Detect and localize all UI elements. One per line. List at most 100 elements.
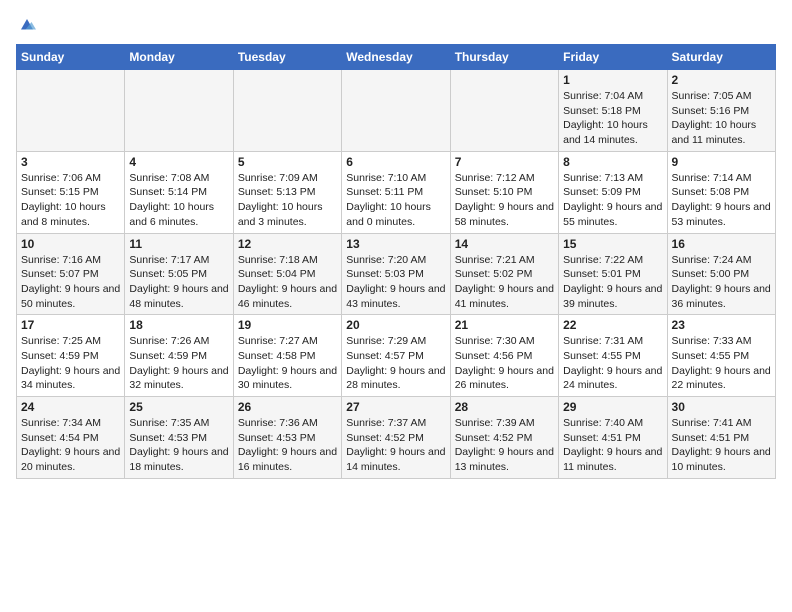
- day-of-week-header: Saturday: [667, 45, 775, 70]
- day-number: 12: [238, 237, 337, 251]
- calendar-day-cell: [17, 70, 125, 152]
- day-number: 7: [455, 155, 554, 169]
- calendar-day-cell: [125, 70, 233, 152]
- day-number: 4: [129, 155, 228, 169]
- calendar-day-cell: 23 Sunrise: 7:33 AM Sunset: 4:55 PM Dayli…: [667, 315, 775, 397]
- day-info: Sunrise: 7:10 AM Sunset: 5:11 PM Dayligh…: [346, 171, 445, 230]
- day-number: 16: [672, 237, 771, 251]
- day-info: Sunrise: 7:26 AM Sunset: 4:59 PM Dayligh…: [129, 334, 228, 393]
- calendar-day-cell: 17Sunrise: 7:25 AM Sunset: 4:59 PM Dayli…: [17, 315, 125, 397]
- day-info: Sunrise: 7:30 AM Sunset: 4:56 PM Dayligh…: [455, 334, 554, 393]
- day-info: Sunrise: 7:29 AM Sunset: 4:57 PM Dayligh…: [346, 334, 445, 393]
- day-number: 13: [346, 237, 445, 251]
- day-info: Sunrise: 7:18 AM Sunset: 5:04 PM Dayligh…: [238, 253, 337, 312]
- day-of-week-header: Friday: [559, 45, 667, 70]
- calendar-day-cell: 20 Sunrise: 7:29 AM Sunset: 4:57 PM Dayli…: [342, 315, 450, 397]
- calendar-day-cell: 22 Sunrise: 7:31 AM Sunset: 4:55 PM Dayli…: [559, 315, 667, 397]
- day-of-week-header: Monday: [125, 45, 233, 70]
- day-number: 11: [129, 237, 228, 251]
- day-info: Sunrise: 7:16 AM Sunset: 5:07 PM Dayligh…: [21, 253, 120, 312]
- logo: [16, 16, 36, 34]
- day-number: 27: [346, 400, 445, 414]
- logo-icon: [18, 16, 36, 34]
- calendar-day-cell: 1 Sunrise: 7:04 AM Sunset: 5:18 PM Daylig…: [559, 70, 667, 152]
- calendar-day-cell: 16 Sunrise: 7:24 AM Sunset: 5:00 PM Dayli…: [667, 233, 775, 315]
- day-of-week-header: Tuesday: [233, 45, 341, 70]
- day-info: Sunrise: 7:33 AM Sunset: 4:55 PM Dayligh…: [672, 334, 771, 393]
- day-number: 28: [455, 400, 554, 414]
- day-number: 21: [455, 318, 554, 332]
- calendar-week-row: 24 Sunrise: 7:34 AM Sunset: 4:54 PM Dayli…: [17, 397, 776, 479]
- calendar-day-cell: 14 Sunrise: 7:21 AM Sunset: 5:02 PM Dayli…: [450, 233, 558, 315]
- day-number: 26: [238, 400, 337, 414]
- calendar-day-cell: 5Sunrise: 7:09 AM Sunset: 5:13 PM Daylig…: [233, 151, 341, 233]
- day-info: Sunrise: 7:13 AM Sunset: 5:09 PM Dayligh…: [563, 171, 662, 230]
- calendar-day-cell: 24 Sunrise: 7:34 AM Sunset: 4:54 PM Dayli…: [17, 397, 125, 479]
- calendar-day-cell: 13 Sunrise: 7:20 AM Sunset: 5:03 PM Dayli…: [342, 233, 450, 315]
- calendar-day-cell: 30 Sunrise: 7:41 AM Sunset: 4:51 PM Dayli…: [667, 397, 775, 479]
- calendar-day-cell: 11 Sunrise: 7:17 AM Sunset: 5:05 PM Dayli…: [125, 233, 233, 315]
- day-number: 20: [346, 318, 445, 332]
- calendar-day-cell: 2Sunrise: 7:05 AM Sunset: 5:16 PM Daylig…: [667, 70, 775, 152]
- day-number: 23: [672, 318, 771, 332]
- day-number: 22: [563, 318, 662, 332]
- calendar-day-cell: 7 Sunrise: 7:12 AM Sunset: 5:10 PM Daylig…: [450, 151, 558, 233]
- day-number: 30: [672, 400, 771, 414]
- day-number: 24: [21, 400, 120, 414]
- day-of-week-header: Wednesday: [342, 45, 450, 70]
- calendar-week-row: 10 Sunrise: 7:16 AM Sunset: 5:07 PM Dayli…: [17, 233, 776, 315]
- day-number: 19: [238, 318, 337, 332]
- day-info: Sunrise: 7:41 AM Sunset: 4:51 PM Dayligh…: [672, 416, 771, 475]
- calendar-day-cell: 6 Sunrise: 7:10 AM Sunset: 5:11 PM Daylig…: [342, 151, 450, 233]
- calendar-week-row: 3 Sunrise: 7:06 AM Sunset: 5:15 PM Daylig…: [17, 151, 776, 233]
- day-info: Sunrise: 7:12 AM Sunset: 5:10 PM Dayligh…: [455, 171, 554, 230]
- day-info: Sunrise: 7:21 AM Sunset: 5:02 PM Dayligh…: [455, 253, 554, 312]
- day-info: Sunrise: 7:14 AM Sunset: 5:08 PM Dayligh…: [672, 171, 771, 230]
- calendar-day-cell: 9 Sunrise: 7:14 AM Sunset: 5:08 PM Daylig…: [667, 151, 775, 233]
- day-number: 10: [21, 237, 120, 251]
- day-info: Sunrise: 7:39 AM Sunset: 4:52 PM Dayligh…: [455, 416, 554, 475]
- calendar-day-cell: 21 Sunrise: 7:30 AM Sunset: 4:56 PM Dayli…: [450, 315, 558, 397]
- day-info: Sunrise: 7:22 AM Sunset: 5:01 PM Dayligh…: [563, 253, 662, 312]
- page-header: [16, 16, 776, 34]
- day-number: 14: [455, 237, 554, 251]
- day-number: 18: [129, 318, 228, 332]
- calendar-day-cell: [342, 70, 450, 152]
- day-number: 3: [21, 155, 120, 169]
- calendar-day-cell: 25 Sunrise: 7:35 AM Sunset: 4:53 PM Dayli…: [125, 397, 233, 479]
- calendar-day-cell: 15Sunrise: 7:22 AM Sunset: 5:01 PM Dayli…: [559, 233, 667, 315]
- day-number: 6: [346, 155, 445, 169]
- day-info: Sunrise: 7:08 AM Sunset: 5:14 PM Dayligh…: [129, 171, 228, 230]
- day-info: Sunrise: 7:24 AM Sunset: 5:00 PM Dayligh…: [672, 253, 771, 312]
- day-info: Sunrise: 7:17 AM Sunset: 5:05 PM Dayligh…: [129, 253, 228, 312]
- day-info: Sunrise: 7:34 AM Sunset: 4:54 PM Dayligh…: [21, 416, 120, 475]
- day-info: Sunrise: 7:04 AM Sunset: 5:18 PM Dayligh…: [563, 89, 662, 148]
- day-info: Sunrise: 7:37 AM Sunset: 4:52 PM Dayligh…: [346, 416, 445, 475]
- day-info: Sunrise: 7:06 AM Sunset: 5:15 PM Dayligh…: [21, 171, 120, 230]
- calendar-week-row: 1 Sunrise: 7:04 AM Sunset: 5:18 PM Daylig…: [17, 70, 776, 152]
- day-info: Sunrise: 7:20 AM Sunset: 5:03 PM Dayligh…: [346, 253, 445, 312]
- day-info: Sunrise: 7:40 AM Sunset: 4:51 PM Dayligh…: [563, 416, 662, 475]
- day-number: 1: [563, 73, 662, 87]
- day-info: Sunrise: 7:35 AM Sunset: 4:53 PM Dayligh…: [129, 416, 228, 475]
- day-number: 9: [672, 155, 771, 169]
- day-number: 2: [672, 73, 771, 87]
- calendar-week-row: 17Sunrise: 7:25 AM Sunset: 4:59 PM Dayli…: [17, 315, 776, 397]
- day-info: Sunrise: 7:36 AM Sunset: 4:53 PM Dayligh…: [238, 416, 337, 475]
- day-number: 8: [563, 155, 662, 169]
- calendar-day-cell: [450, 70, 558, 152]
- calendar-day-cell: [233, 70, 341, 152]
- day-info: Sunrise: 7:31 AM Sunset: 4:55 PM Dayligh…: [563, 334, 662, 393]
- calendar-day-cell: 18 Sunrise: 7:26 AM Sunset: 4:59 PM Dayli…: [125, 315, 233, 397]
- calendar-day-cell: 27 Sunrise: 7:37 AM Sunset: 4:52 PM Dayli…: [342, 397, 450, 479]
- day-number: 29: [563, 400, 662, 414]
- calendar-day-cell: 29 Sunrise: 7:40 AM Sunset: 4:51 PM Dayli…: [559, 397, 667, 479]
- calendar-header-row: SundayMondayTuesdayWednesdayThursdayFrid…: [17, 45, 776, 70]
- calendar-table: SundayMondayTuesdayWednesdayThursdayFrid…: [16, 44, 776, 479]
- day-number: 25: [129, 400, 228, 414]
- calendar-day-cell: 19Sunrise: 7:27 AM Sunset: 4:58 PM Dayli…: [233, 315, 341, 397]
- calendar-day-cell: 8 Sunrise: 7:13 AM Sunset: 5:09 PM Daylig…: [559, 151, 667, 233]
- calendar-day-cell: 10 Sunrise: 7:16 AM Sunset: 5:07 PM Dayli…: [17, 233, 125, 315]
- day-number: 5: [238, 155, 337, 169]
- calendar-day-cell: 26 Sunrise: 7:36 AM Sunset: 4:53 PM Dayli…: [233, 397, 341, 479]
